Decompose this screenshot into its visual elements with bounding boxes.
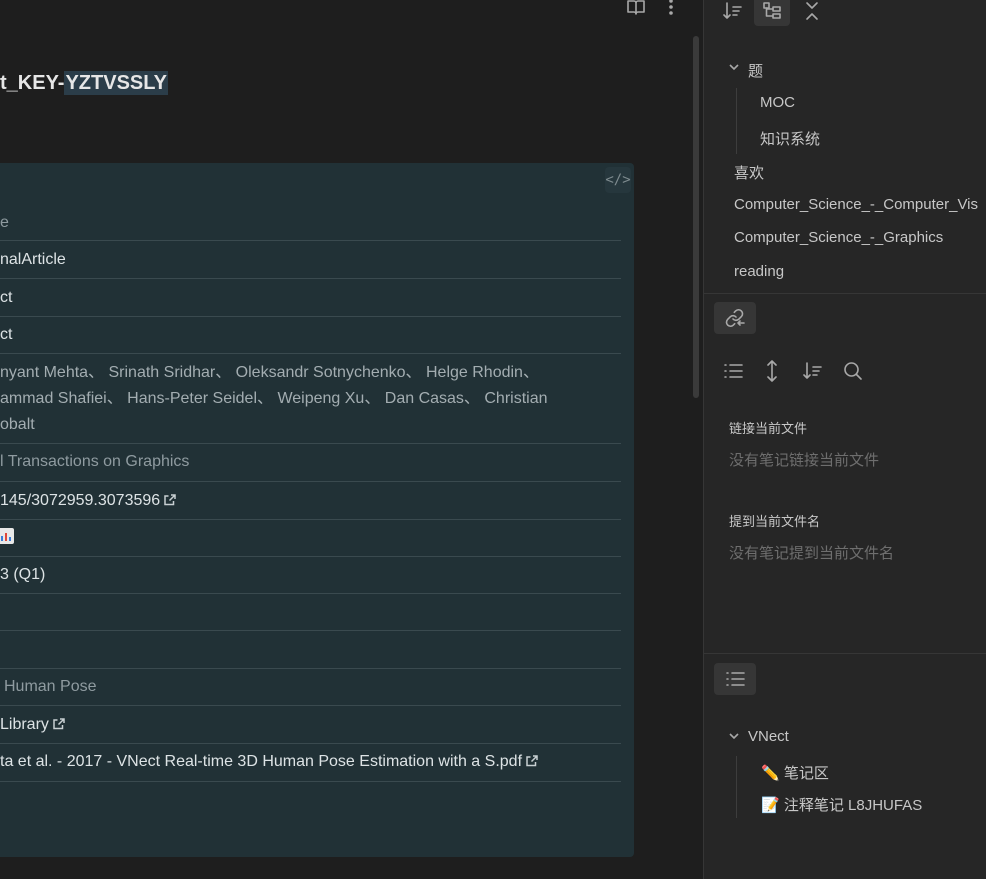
book-open-icon[interactable] [625, 0, 647, 18]
tree-icon[interactable] [759, 0, 785, 24]
table-row: nyant Mehta、 Srinath Sridhar、 Oleksandr … [0, 354, 621, 444]
outline-item[interactable]: ✏️ 笔记区 [761, 762, 829, 783]
table-row: ct [0, 279, 621, 317]
tree-item-reading[interactable]: reading [734, 263, 784, 280]
table-row: nalArticle [0, 241, 621, 279]
external-link-icon [53, 713, 65, 730]
doi-text[interactable]: 145/3072959.3073596 [0, 492, 160, 509]
pdf-link[interactable]: ta et al. - 2017 - VNect Real-time 3D Hu… [0, 749, 538, 775]
right-sidebar: 题 MOC 知识系统 喜欢 Computer_Science_-_Compute… [703, 0, 986, 879]
row-authors: nyant Mehta、 Srinath Sridhar、 Oleksandr … [0, 360, 600, 438]
memo-icon: 📝 [761, 797, 780, 814]
table-row: Human Pose [0, 669, 621, 706]
outline-item-label[interactable]: 笔记区 [784, 765, 829, 782]
row-short-1: ct [0, 289, 13, 306]
tree-guide [736, 756, 737, 818]
row-short-2: ct [0, 326, 13, 343]
table-row [0, 594, 621, 631]
sort-icon[interactable] [800, 358, 826, 384]
editor-scrollbar[interactable] [693, 36, 699, 398]
row-jcr: 3 (Q1) [0, 566, 46, 583]
divider [704, 293, 986, 294]
sort-icon[interactable] [720, 0, 746, 24]
row-type-label: e [0, 214, 9, 231]
authors-line: obalt [0, 416, 35, 433]
expand-icon[interactable] [760, 358, 784, 384]
row-item-type: nalArticle [0, 251, 66, 268]
doi-link[interactable]: 145/3072959.3073596 [0, 488, 176, 514]
authors-line: nyant Mehta、 Srinath Sridhar、 Oleksandr … [0, 364, 539, 381]
table-row [0, 520, 621, 557]
table-row: 145/3072959.3073596 [0, 482, 621, 520]
library-text[interactable]: Library [0, 716, 49, 733]
outline-root[interactable]: VNect [748, 728, 789, 745]
link-back-icon[interactable] [721, 305, 749, 331]
tree-item-moc[interactable]: MOC [760, 94, 795, 111]
list-icon[interactable] [720, 358, 746, 384]
unlinked-heading[interactable]: 提到当前文件名 [729, 511, 820, 530]
linked-heading[interactable]: 链接当前文件 [729, 418, 807, 437]
collapse-icon[interactable] [800, 0, 824, 24]
outline-item-label[interactable]: 注释笔记 L8JHUFAS [784, 797, 922, 814]
table-row: l Transactions on Graphics [0, 444, 621, 482]
list-icon[interactable] [722, 666, 748, 692]
more-vertical-icon[interactable] [662, 0, 680, 18]
divider [704, 653, 986, 654]
pencil-icon: ✏️ [761, 765, 780, 782]
title-highlight: YZTVSSLY [64, 71, 168, 95]
tree-item-likes[interactable]: 喜欢 [734, 162, 764, 183]
linked-empty: 没有笔记链接当前文件 [729, 452, 880, 469]
authors-line: ammad Shafiei、 Hans-Peter Seidel、 Weipen… [0, 390, 548, 407]
external-link-icon [164, 489, 176, 506]
table-row: e [0, 206, 621, 241]
chevron-down-icon[interactable] [728, 730, 740, 745]
page-title: t_KEY-YZTVSSLY [0, 71, 168, 95]
table-row: 3 (Q1) [0, 557, 621, 594]
library-link[interactable]: Library [0, 712, 65, 738]
outline-item[interactable]: 📝 注释笔记 L8JHUFAS [761, 794, 922, 815]
editor-pane: t_KEY-YZTVSSLY </> e nalArticle ct ct ny… [0, 0, 703, 879]
bar-chart-icon [0, 525, 14, 551]
tree-item-cv[interactable]: Computer_Science_-_Computer_Vis [734, 196, 978, 213]
search-icon[interactable] [840, 358, 866, 384]
chevron-down-icon[interactable] [728, 61, 740, 76]
table-row [0, 631, 621, 669]
row-journal: l Transactions on Graphics [0, 453, 190, 470]
code-toggle-icon[interactable]: </> [605, 167, 631, 193]
pdf-text[interactable]: ta et al. - 2017 - VNect Real-time 3D Hu… [0, 753, 522, 770]
external-link-icon [526, 750, 538, 767]
table-row: ta et al. - 2017 - VNect Real-time 3D Hu… [0, 744, 621, 782]
table-row: ct [0, 317, 621, 354]
title-prefix: t_KEY- [0, 72, 65, 94]
tree-folder[interactable]: 题 [748, 60, 763, 81]
tree-guide [736, 88, 737, 154]
tree-item-knowledge[interactable]: 知识系统 [760, 128, 820, 149]
unlinked-empty: 没有笔记提到当前文件名 [729, 545, 895, 562]
row-tags: Human Pose [4, 678, 97, 695]
table-row: Library [0, 706, 621, 744]
tree-item-graphics[interactable]: Computer_Science_-_Graphics [734, 229, 943, 246]
